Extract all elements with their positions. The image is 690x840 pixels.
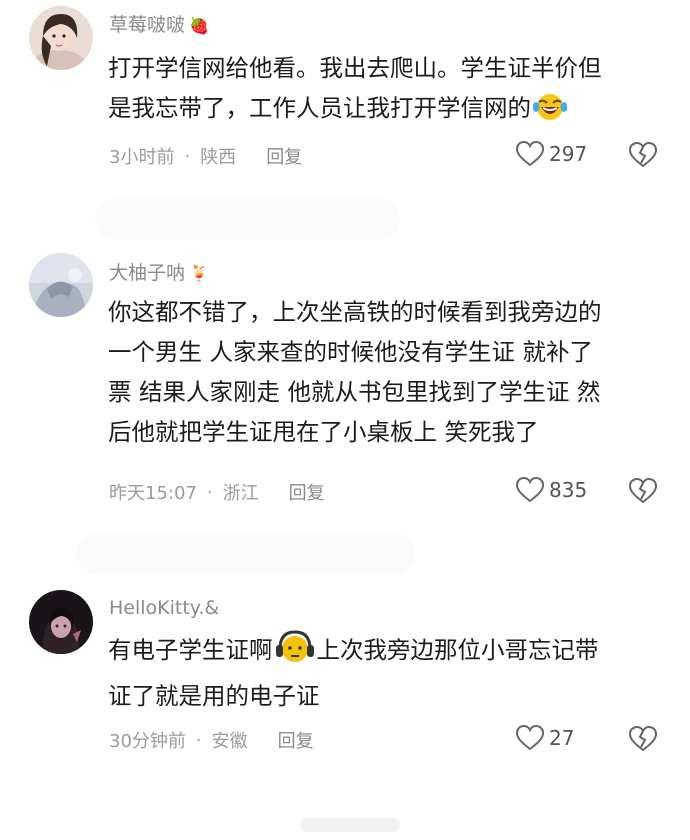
reply-button[interactable]: 回复 xyxy=(289,479,325,505)
folded-reply-bar xyxy=(95,198,400,240)
timestamp: 30分钟前 xyxy=(109,731,186,752)
like-button[interactable]: 297 xyxy=(515,140,587,168)
comment-meta: 30分钟前 · 安徽 回复 xyxy=(109,727,314,753)
like-count: 297 xyxy=(549,142,588,166)
broken-heart-icon xyxy=(628,725,658,752)
reply-button[interactable]: 回复 xyxy=(266,143,302,169)
separator: · xyxy=(195,729,202,751)
separator: · xyxy=(184,145,191,167)
avatar[interactable] xyxy=(29,6,93,70)
dislike-button[interactable] xyxy=(628,141,658,173)
location: 陕西 xyxy=(200,147,237,168)
reply-button[interactable]: 回复 xyxy=(278,727,314,753)
separator: · xyxy=(206,481,213,503)
headphone-face-icon xyxy=(275,630,315,676)
comment-text: 你这都不错了，上次坐高铁的时候看到我旁边的 一个男生 人家来查的时候他没有学生证… xyxy=(108,298,602,446)
dislike-button[interactable] xyxy=(628,477,658,509)
timestamp: 3小时前 xyxy=(109,147,175,168)
timestamp: 昨天15:07 xyxy=(109,483,197,504)
strawberry-emoji: 🍓 xyxy=(189,16,209,35)
avatar[interactable] xyxy=(29,590,93,654)
like-button[interactable]: 27 xyxy=(515,724,574,752)
broken-heart-icon xyxy=(628,477,658,504)
like-count: 835 xyxy=(549,478,588,502)
like-button[interactable]: 835 xyxy=(515,476,587,504)
broken-heart-icon xyxy=(628,141,658,168)
heart-outline-icon xyxy=(515,476,545,503)
watermark xyxy=(300,818,400,832)
laughing-crying-face-icon xyxy=(532,92,568,134)
comment-text: 打开学信网给他看。我出去爬山。学生证半价但 是我忘带了，工作人员让我打开学信网的 xyxy=(108,48,668,134)
heart-outline-icon xyxy=(515,724,545,751)
comment-meta: 3小时前 · 陕西 回复 xyxy=(109,143,302,169)
username[interactable]: HelloKitty.& xyxy=(109,597,219,619)
comment-text: 有电子学生证啊 上次我旁边那位小哥忘记带 证了就是用的电子证 xyxy=(108,630,668,716)
avatar[interactable] xyxy=(29,253,93,317)
username[interactable]: 草莓啵啵 🍓 xyxy=(109,10,209,37)
dislike-button[interactable] xyxy=(628,725,658,757)
location: 浙江 xyxy=(222,483,259,504)
comment-meta: 昨天15:07 · 浙江 回复 xyxy=(109,479,325,505)
like-count: 27 xyxy=(549,726,575,750)
location: 安徽 xyxy=(211,731,248,752)
folded-reply-bar xyxy=(75,533,415,575)
username[interactable]: 大柚子呐 🍹 xyxy=(109,258,209,285)
drink-emoji: 🍹 xyxy=(189,264,209,283)
heart-outline-icon xyxy=(515,140,545,167)
